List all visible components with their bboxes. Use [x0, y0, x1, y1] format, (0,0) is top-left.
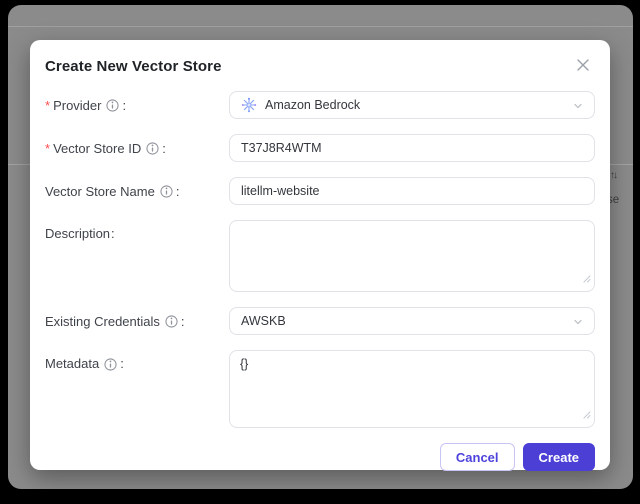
- modal-footer: Cancel Create: [45, 443, 595, 471]
- background-header-divider: [8, 26, 633, 27]
- info-icon[interactable]: [165, 315, 178, 328]
- vector-store-id-label: * Vector Store ID :: [45, 140, 166, 156]
- info-icon[interactable]: [104, 357, 117, 371]
- info-icon[interactable]: [106, 99, 120, 112]
- vector-store-name-input[interactable]: [229, 177, 595, 205]
- dimmed-background-page: ↑↓ se Create New Vector Store * Provider…: [8, 5, 633, 489]
- create-vector-store-modal: Create New Vector Store * Provider : Ama…: [30, 40, 610, 471]
- provider-selected-value: Amazon Bedrock: [265, 98, 361, 112]
- metadata-textarea[interactable]: {}: [229, 350, 595, 428]
- provider-select[interactable]: Amazon Bedrock: [229, 91, 595, 119]
- close-icon[interactable]: [574, 56, 592, 74]
- existing-credentials-label: Existing Credentials :: [45, 313, 185, 329]
- modal-title: Create New Vector Store: [45, 58, 222, 75]
- info-icon[interactable]: [146, 142, 159, 155]
- create-button[interactable]: Create: [522, 443, 595, 471]
- required-asterisk: *: [45, 140, 51, 156]
- required-asterisk: *: [45, 97, 51, 113]
- form-row-vector-store-id: * Vector Store ID :: [45, 134, 595, 162]
- provider-label: * Provider :: [45, 97, 127, 113]
- form-row-provider: * Provider : Amazon Bedrock: [45, 91, 595, 119]
- description-label: Description :: [45, 226, 115, 241]
- info-icon[interactable]: [160, 185, 173, 198]
- chevron-down-icon: [572, 316, 584, 331]
- screen: ↑↓ se Create New Vector Store * Provider…: [0, 0, 640, 504]
- cancel-button[interactable]: Cancel: [439, 443, 515, 471]
- form-row-description: Description :: [45, 220, 595, 292]
- vector-store-id-input[interactable]: [229, 134, 595, 162]
- form-row-existing-credentials: Existing Credentials : AWSKB: [45, 307, 595, 335]
- vector-store-name-label: Vector Store Name :: [45, 183, 180, 199]
- bedrock-logo-icon: [241, 97, 257, 113]
- metadata-label: Metadata :: [45, 356, 124, 371]
- form-row-vector-store-name: Vector Store Name :: [45, 177, 595, 205]
- sort-arrows-icon: ↑↓: [610, 170, 618, 181]
- existing-credentials-select[interactable]: AWSKB: [229, 307, 595, 335]
- credentials-selected-value: AWSKB: [241, 314, 286, 328]
- description-textarea[interactable]: [229, 220, 595, 292]
- chevron-down-icon: [572, 100, 584, 115]
- form-row-metadata: Metadata : {}: [45, 350, 595, 428]
